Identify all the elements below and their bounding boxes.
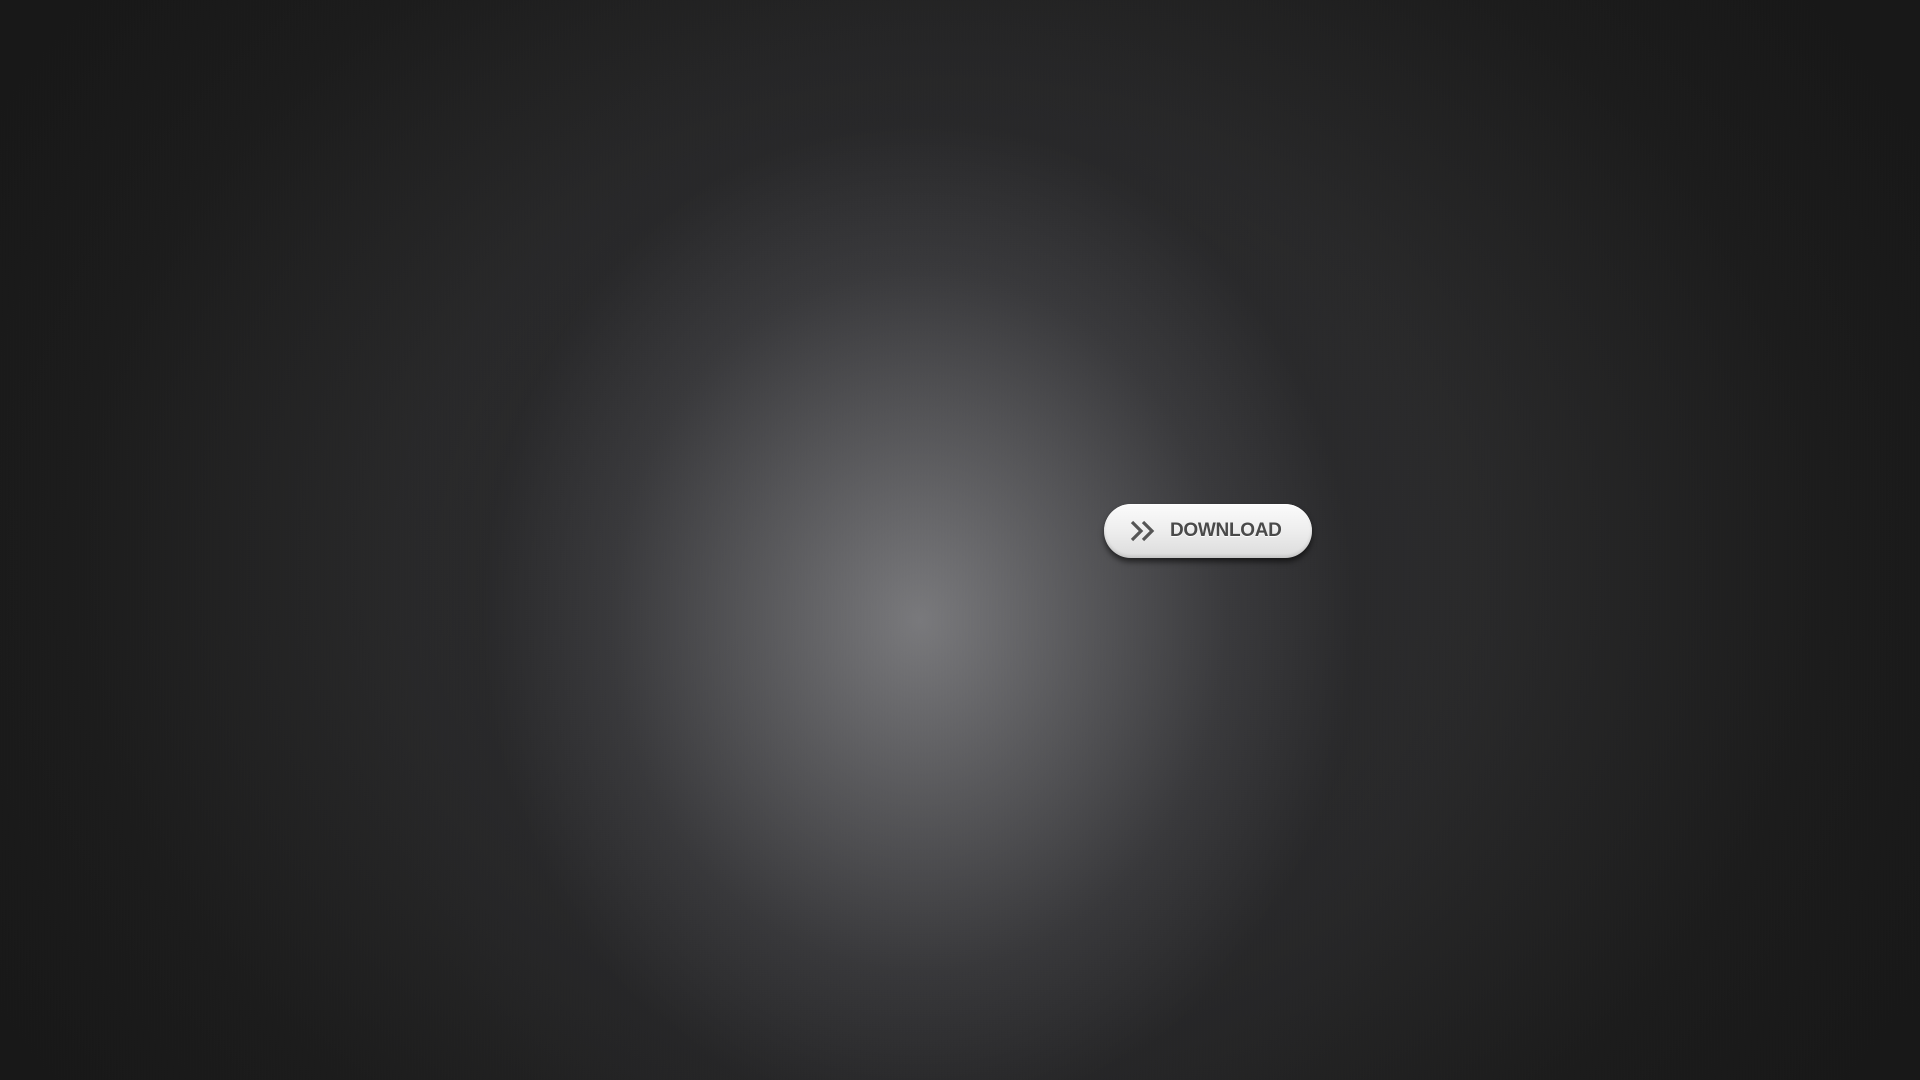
background-noise — [0, 0, 1920, 1080]
download-button-label: DOWNLOAD — [1170, 520, 1282, 541]
download-button[interactable]: DOWNLOAD — [1104, 504, 1312, 558]
double-chevron-right-icon — [1128, 519, 1160, 543]
